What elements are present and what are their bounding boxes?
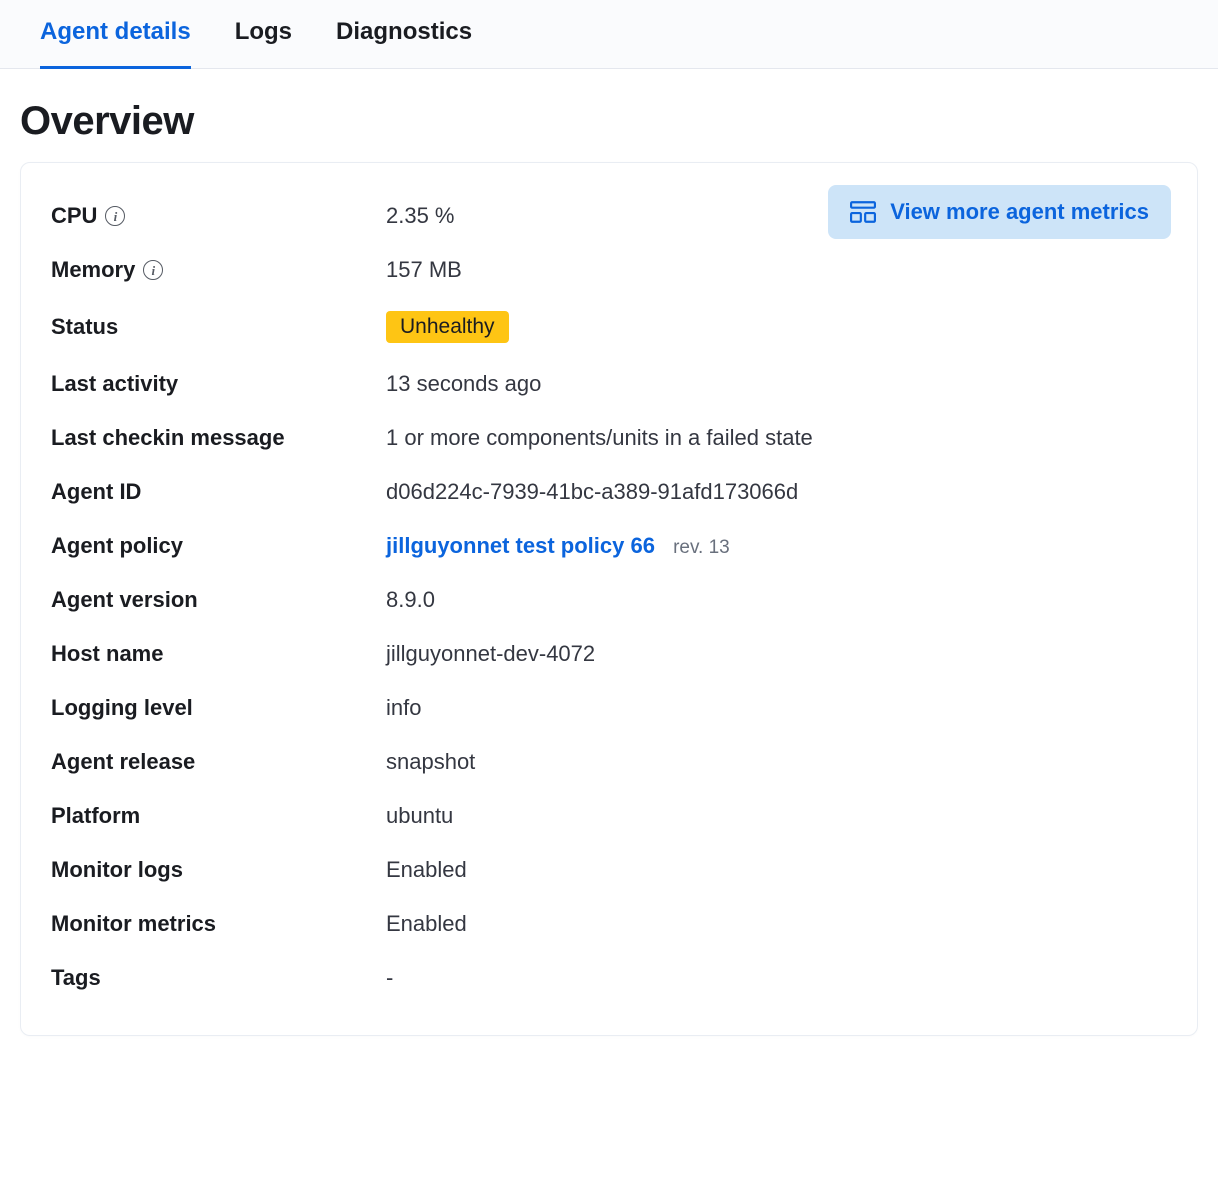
label-monitor-metrics: Monitor metrics: [51, 911, 386, 937]
row-monitor-metrics: Monitor metrics Enabled: [51, 897, 1167, 951]
row-agent-release: Agent release snapshot: [51, 735, 1167, 789]
value-last-activity: 13 seconds ago: [386, 371, 1167, 397]
overview-card: View more agent metrics CPU i 2.35 % Mem…: [20, 162, 1198, 1036]
row-logging-level: Logging level info: [51, 681, 1167, 735]
row-last-activity: Last activity 13 seconds ago: [51, 357, 1167, 411]
row-host-name: Host name jillguyonnet-dev-4072: [51, 627, 1167, 681]
label-host-name: Host name: [51, 641, 386, 667]
row-agent-id: Agent ID d06d224c-7939-41bc-a389-91afd17…: [51, 465, 1167, 519]
value-platform: ubuntu: [386, 803, 1167, 829]
label-memory: Memory i: [51, 257, 386, 283]
row-status: Status Unhealthy: [51, 297, 1167, 357]
label-platform: Platform: [51, 803, 386, 829]
label-cpu: CPU i: [51, 203, 386, 229]
tab-bar: Agent details Logs Diagnostics: [0, 0, 1218, 69]
value-logging-level: info: [386, 695, 1167, 721]
info-icon[interactable]: i: [143, 260, 163, 280]
row-monitor-logs: Monitor logs Enabled: [51, 843, 1167, 897]
value-monitor-metrics: Enabled: [386, 911, 1167, 937]
agent-policy-link[interactable]: jillguyonnet test policy 66: [386, 533, 655, 558]
label-tags: Tags: [51, 965, 386, 991]
view-more-metrics-label: View more agent metrics: [890, 199, 1149, 225]
label-memory-text: Memory: [51, 257, 135, 283]
label-monitor-logs: Monitor logs: [51, 857, 386, 883]
value-agent-release: snapshot: [386, 749, 1167, 775]
value-monitor-logs: Enabled: [386, 857, 1167, 883]
value-last-checkin-message: 1 or more components/units in a failed s…: [386, 425, 1167, 451]
label-cpu-text: CPU: [51, 203, 97, 229]
label-agent-version: Agent version: [51, 587, 386, 613]
value-agent-policy: jillguyonnet test policy 66 rev. 13: [386, 533, 1167, 559]
info-icon[interactable]: i: [105, 206, 125, 226]
page-title: Overview: [0, 69, 1218, 162]
row-last-checkin-message: Last checkin message 1 or more component…: [51, 411, 1167, 465]
row-memory: Memory i 157 MB: [51, 243, 1167, 297]
tab-logs[interactable]: Logs: [235, 0, 292, 69]
label-last-checkin-message: Last checkin message: [51, 425, 386, 451]
value-agent-version: 8.9.0: [386, 587, 1167, 613]
agent-policy-rev: rev. 13: [673, 537, 730, 558]
row-platform: Platform ubuntu: [51, 789, 1167, 843]
status-badge: Unhealthy: [386, 311, 509, 343]
label-last-activity: Last activity: [51, 371, 386, 397]
value-agent-id: d06d224c-7939-41bc-a389-91afd173066d: [386, 479, 1167, 505]
label-agent-release: Agent release: [51, 749, 386, 775]
row-agent-policy: Agent policy jillguyonnet test policy 66…: [51, 519, 1167, 573]
tab-diagnostics[interactable]: Diagnostics: [336, 0, 472, 69]
value-host-name: jillguyonnet-dev-4072: [386, 641, 1167, 667]
row-agent-version: Agent version 8.9.0: [51, 573, 1167, 627]
view-more-metrics-button[interactable]: View more agent metrics: [828, 185, 1171, 239]
label-agent-id: Agent ID: [51, 479, 386, 505]
value-memory: 157 MB: [386, 257, 1167, 283]
value-status: Unhealthy: [386, 311, 1167, 343]
label-agent-policy: Agent policy: [51, 533, 386, 559]
label-status: Status: [51, 314, 386, 340]
value-tags: -: [386, 965, 1167, 991]
label-logging-level: Logging level: [51, 695, 386, 721]
metrics-icon: [850, 201, 876, 223]
tab-agent-details[interactable]: Agent details: [40, 0, 191, 69]
row-tags: Tags -: [51, 951, 1167, 1005]
